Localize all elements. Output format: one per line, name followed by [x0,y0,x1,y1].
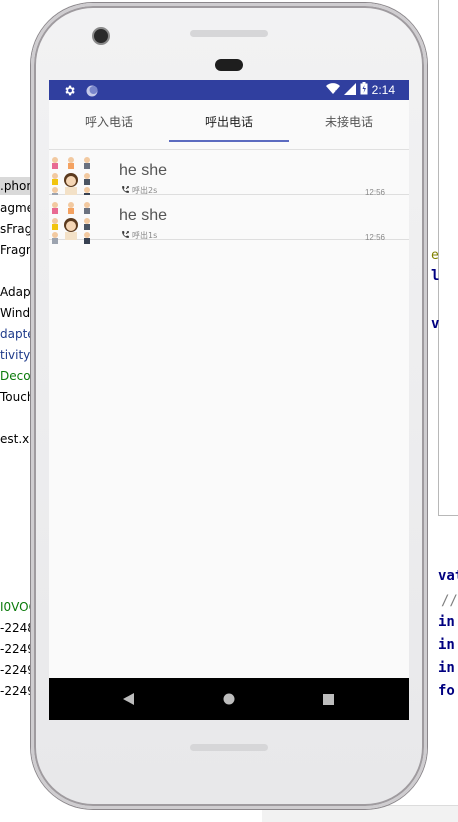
call-log-row[interactable]: he she 呼出2s 12:56 [49,150,409,199]
ide-code-line: fo [438,683,455,699]
ide-tree-item[interactable]: Adapt [0,285,35,299]
ide-code-line: in [438,614,455,630]
home-circle-icon [223,693,235,705]
ide-tree-item[interactable]: dapte [0,327,35,341]
svg-text:x: x [335,90,338,95]
avatar-grid-icon [49,156,97,200]
ide-tree-item[interactable]: .phon [0,179,34,193]
call-tabs: 呼入电话 呼出电话 未接电话 [49,100,409,150]
ide-code-line: // [441,593,458,609]
tab-indicator [169,140,289,142]
ide-code-char: l [431,268,440,284]
ide-preview-panel: e l v [431,0,458,516]
contact-name: he she [119,162,168,179]
status-bar: x 2:14 [49,80,409,100]
ide-code-char: e [431,248,439,263]
call-time: 12:56 [364,233,385,242]
back-triangle-icon [123,693,134,705]
call-detail: 呼出1s [121,230,157,241]
ide-log-line: -2249 [0,684,35,698]
front-camera [92,27,110,45]
back-button[interactable] [99,678,159,720]
tab-incoming-calls[interactable]: 呼入电话 [49,100,169,149]
phone-screen: x 2:14 呼入电话 呼出电话 未接电话 he she 呼出2s 12:56 … [49,80,409,720]
avatar-grid-icon [49,201,97,245]
outgoing-call-icon [121,230,130,241]
status-time: 2:14 [371,83,395,97]
sync-circle-icon [86,82,98,101]
ide-tree-item[interactable]: Touch [0,390,34,404]
recents-square-icon [322,693,334,705]
ide-code-char: v [431,316,440,332]
ide-tree-item[interactable]: agme [0,201,34,215]
wifi-icon: x [325,82,340,98]
settings-gear-icon [63,82,76,101]
ide-code-line: in [438,637,455,653]
ide-tree-item[interactable]: tivity [0,348,30,362]
call-direction-duration: 呼出1s [132,231,158,240]
contact-name: he she [119,207,168,224]
call-log-list: he she 呼出2s 12:56 he she 呼出1s 12:56 [49,150,409,244]
call-log-row[interactable]: he she 呼出1s 12:56 [49,195,409,244]
battery-icon [360,82,368,98]
ide-log-line: -2249 [0,642,35,656]
home-button[interactable] [199,678,259,720]
ide-code-line: vat [438,568,458,584]
recents-button[interactable] [298,678,358,720]
navigation-bar [49,678,409,720]
top-bezel-slot [190,30,268,37]
ide-log-line: -2248 [0,621,35,635]
earpiece-speaker [215,59,243,71]
tab-missed-calls[interactable]: 未接电话 [289,100,409,149]
signal-icon [343,82,356,98]
bottom-bezel-slot [190,744,268,751]
ide-log-line: -2249 [0,663,35,677]
ide-code-line: in [438,660,455,676]
